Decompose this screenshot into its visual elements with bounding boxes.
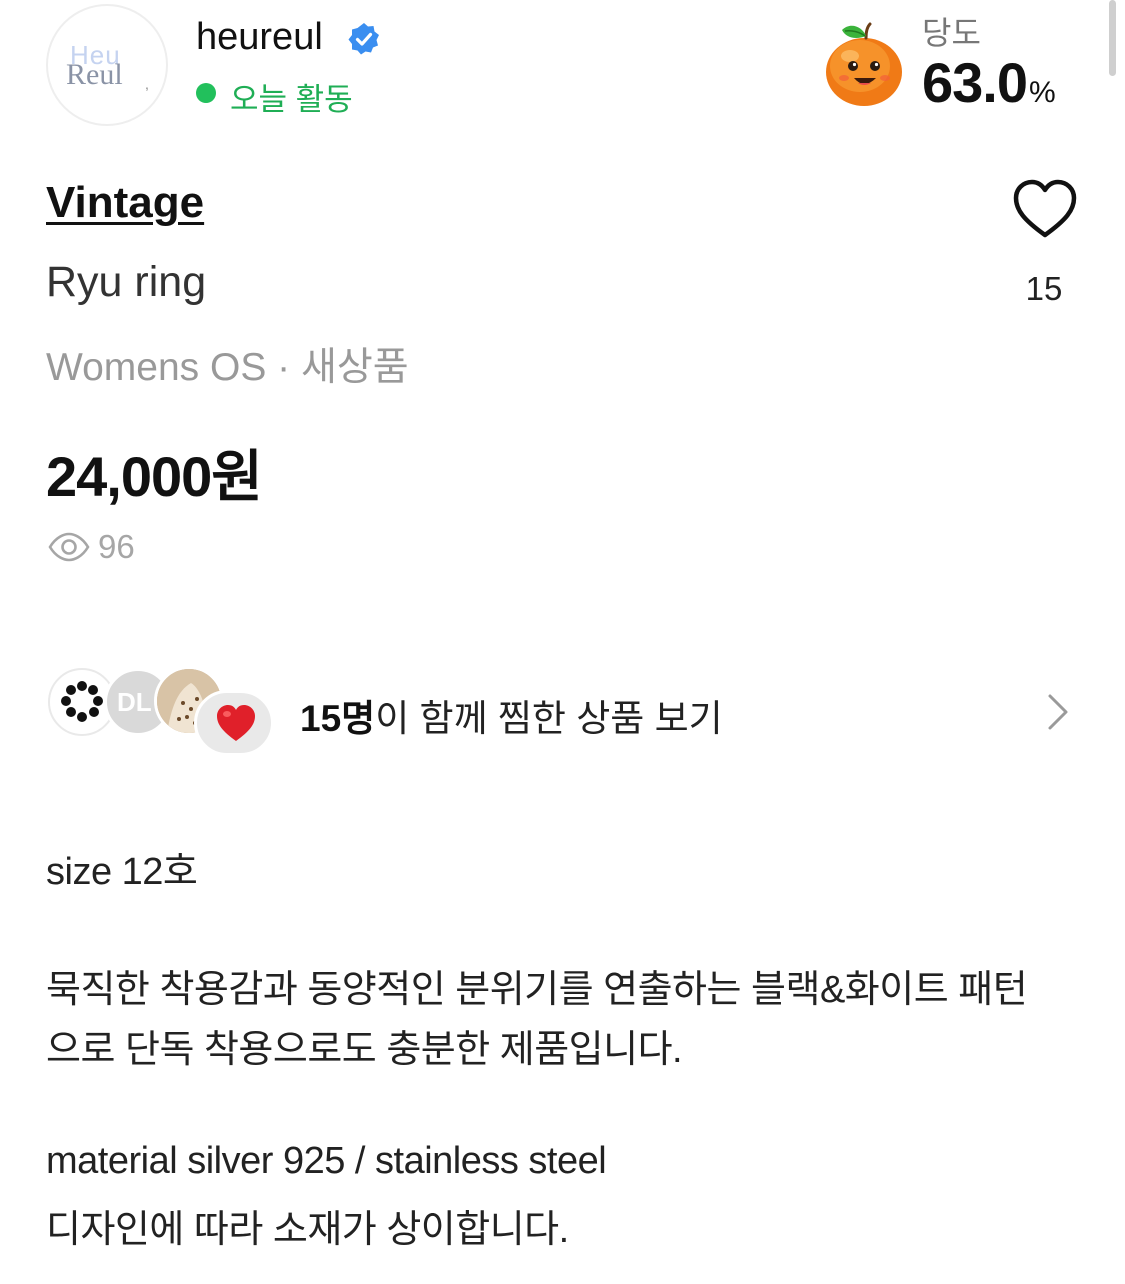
verified-badge-icon bbox=[348, 23, 379, 55]
liker-avatar-4 bbox=[194, 690, 274, 756]
avatar-logo-mark: , bbox=[145, 76, 149, 92]
eye-icon bbox=[48, 532, 90, 562]
product-price: 24,000원 bbox=[46, 445, 263, 508]
product-title: Ryu ring bbox=[46, 258, 207, 306]
seller-avatar[interactable]: Heu Reul , bbox=[46, 4, 168, 126]
description-line: material silver 925 / stainless steel bbox=[46, 1140, 607, 1182]
peach-character-icon[interactable] bbox=[820, 20, 908, 108]
like-count: 15 bbox=[1025, 270, 1063, 307]
liked-together-label: 이 함께 찜한 상품 보기 bbox=[375, 698, 723, 739]
sweetness-value: 63.0 bbox=[922, 51, 1028, 114]
description-line: 으로 단독 착용으로도 충분한 제품입니다. bbox=[46, 1029, 683, 1071]
online-status-text: 오늘 활동 bbox=[230, 82, 353, 117]
liker-avatar-2-text: DL bbox=[117, 686, 152, 717]
red-heart-icon bbox=[217, 705, 255, 741]
description-line: 묵직한 착용감과 동양적인 분위기를 연출하는 블랙&화이트 패턴 bbox=[46, 969, 1028, 1011]
chevron-right-icon[interactable] bbox=[1044, 692, 1072, 732]
description-line: size 12호 bbox=[46, 851, 198, 893]
online-status-dot bbox=[196, 83, 216, 103]
seller-name[interactable]: heureul bbox=[196, 16, 323, 59]
sweetness-rating: 63.0% bbox=[922, 50, 1056, 115]
heart-icon[interactable] bbox=[1012, 178, 1078, 240]
sweetness-label: 당도 bbox=[922, 15, 981, 51]
description-line: 디자인에 따라 소재가 상이합니다. bbox=[46, 1209, 569, 1251]
avatar-logo-bottom: Reul bbox=[66, 58, 123, 91]
scrollbar[interactable] bbox=[1109, 0, 1116, 76]
brand-link[interactable]: Vintage bbox=[46, 178, 204, 228]
liked-together-count: 15명 bbox=[300, 698, 376, 739]
product-meta: Womens OS · 새상품 bbox=[46, 346, 409, 389]
view-count: 96 bbox=[98, 528, 135, 565]
liked-together-link[interactable]: 15명이 함께 찜한 상품 보기 bbox=[300, 688, 723, 742]
sweetness-unit: % bbox=[1029, 76, 1056, 109]
